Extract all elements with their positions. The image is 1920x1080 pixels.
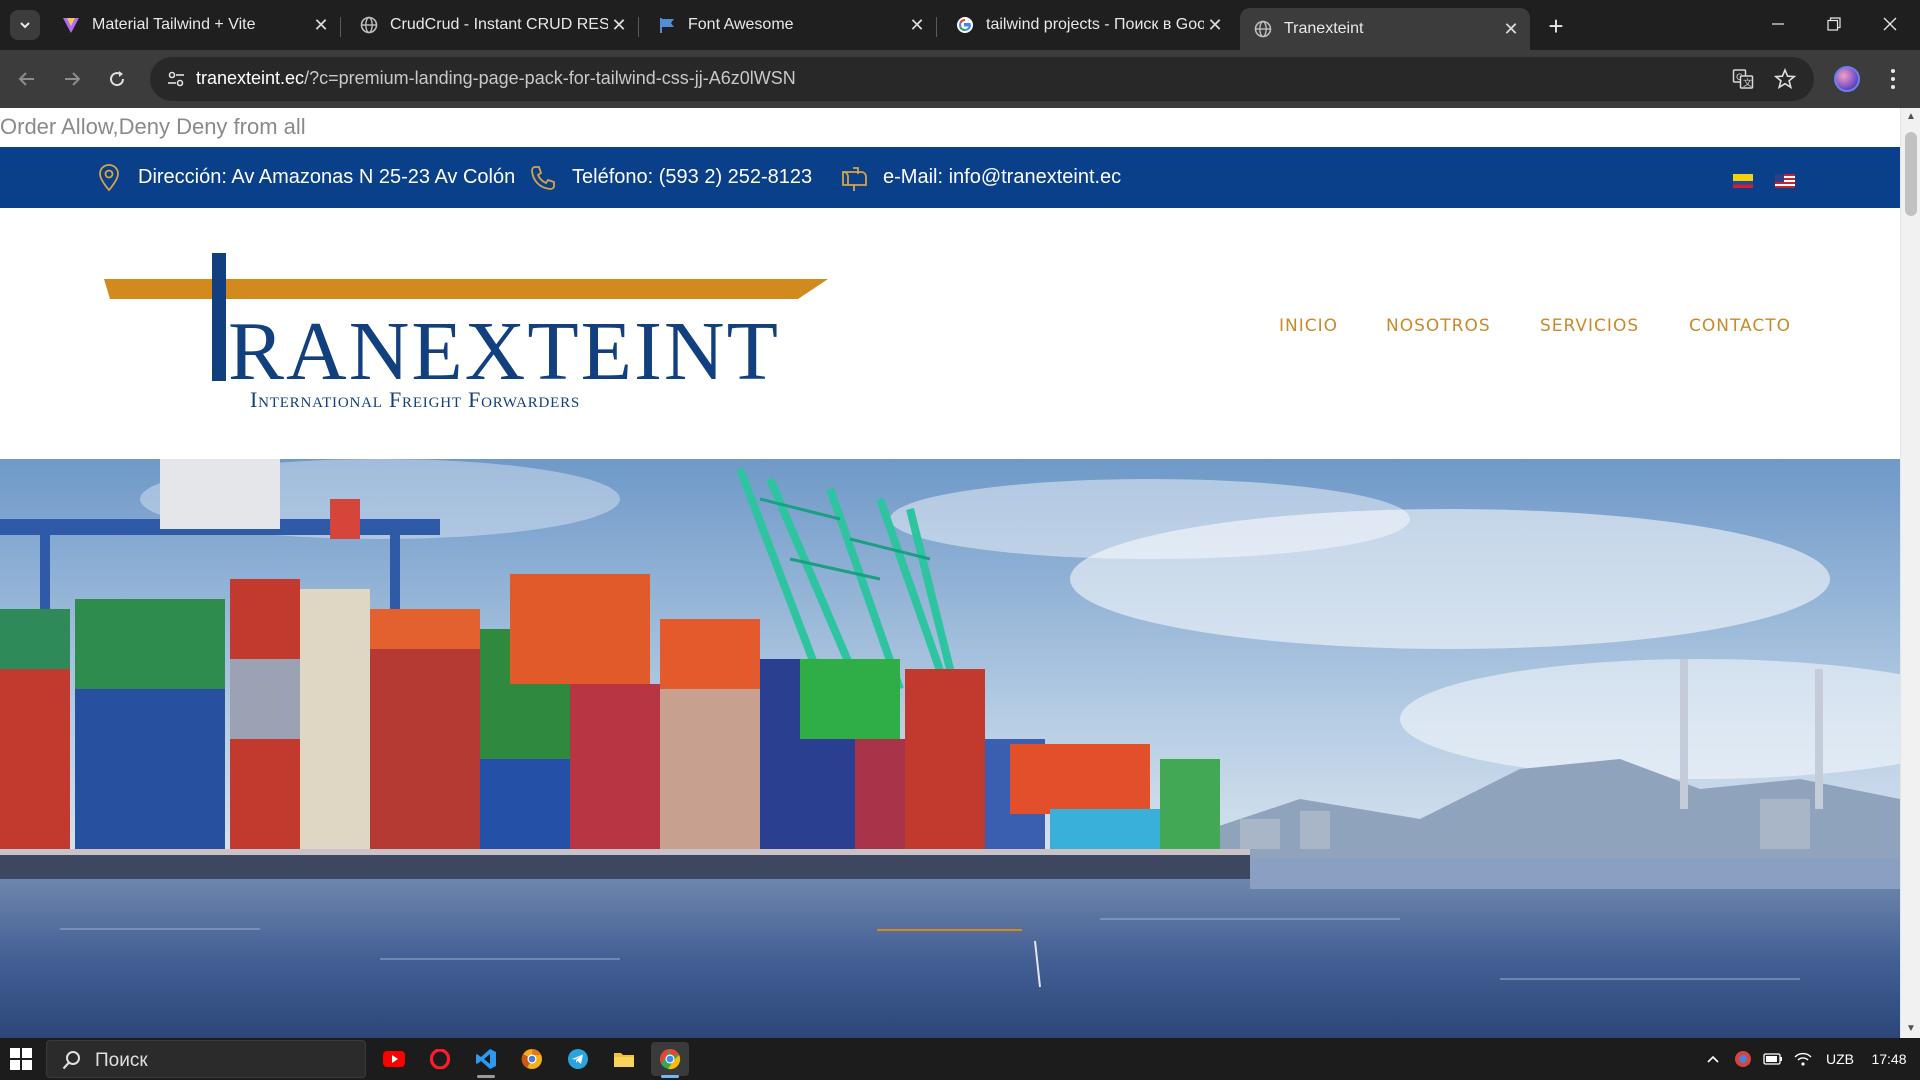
material-tailwind-icon [62,16,80,34]
hero-banner [0,459,1900,1038]
tab-material-tailwind[interactable]: Material Tailwind + Vite ✕ [48,8,341,42]
email-text[interactable]: e-Mail: info@tranexteint.ec [883,166,1121,189]
minimize-icon [1772,23,1784,25]
phone-info: Teléfono: (593 2) 252-8123 [528,147,812,208]
close-tab-icon[interactable]: ✕ [608,14,630,36]
language-indicator[interactable]: UZB [1820,1038,1860,1080]
back-button[interactable] [12,64,42,94]
phone-icon [528,163,558,193]
address-text: Dirección: Av Amazonas N 25-23 Av Colón [138,166,516,188]
email-info: e-Mail: info@tranexteint.ec [839,147,1121,208]
opera-icon[interactable] [421,1042,459,1076]
globe-icon [1254,20,1272,38]
tab-google-search[interactable]: tailwind projects - Поиск в Goo ✕ [942,8,1234,42]
spanish-flag-icon[interactable] [1733,174,1753,188]
map-marker-icon [94,163,124,193]
globe-icon [360,16,378,34]
new-tab-button[interactable]: + [1542,11,1570,41]
telegram-icon[interactable] [559,1042,597,1076]
bookmark-star-icon[interactable] [1772,66,1798,92]
minimize-button[interactable] [1750,0,1806,48]
taskbar-search[interactable]: Поиск [46,1040,366,1078]
font-awesome-flag-icon [658,16,676,34]
translate-icon[interactable]: G文 [1730,66,1756,92]
url-path: /?c=premium-landing-page-pack-for-tailwi… [304,68,796,88]
youtube-icon[interactable] [375,1042,413,1076]
browser-toolbar: tranexteint.ec/?c=premium-landing-page-p… [0,50,1920,108]
scroll-down-icon[interactable]: ▼ [1905,1024,1917,1034]
nav-contacto[interactable]: CONTACTO [1689,316,1791,336]
close-window-button[interactable] [1862,0,1918,48]
server-error-text: Order Allow,Deny Deny from all [0,114,306,139]
tab-title: Font Awesome [688,16,794,33]
mailbox-icon [839,163,869,193]
chrome-icon[interactable] [651,1042,689,1078]
tab-title: CrudCrud - Instant CRUD REST [390,16,608,33]
tab-title: tailwind projects - Поиск в Goo [986,16,1204,33]
address-info: Dirección: Av Amazonas N 25-23 Av Colón [94,147,515,208]
scroll-up-icon[interactable]: ▲ [1905,112,1917,122]
close-icon [1883,17,1897,31]
nav-nosotros[interactable]: NOSOTROS [1386,316,1491,336]
google-icon [956,16,974,34]
restore-icon [1827,17,1841,31]
vscode-icon[interactable] [467,1042,505,1078]
forward-button[interactable] [57,64,87,94]
show-hidden-icons-chevron-icon[interactable] [1700,1038,1726,1080]
logo-tagline: International Freight Forwarders [250,387,580,412]
battery-icon[interactable] [1760,1038,1786,1080]
site-header: RANEXTEINT International Freight Forward… [0,208,1900,457]
page-scrollbar[interactable]: ▲ ▼ [1900,108,1920,1038]
close-tab-icon[interactable]: ✕ [1500,18,1522,40]
tab-strip: Material Tailwind + Vite ✕ CrudCrud - In… [0,0,1920,50]
tab-search-button[interactable] [10,10,40,40]
main-nav: INICIO NOSOTROS SERVICIOS CONTACTO [0,316,1900,346]
wifi-icon[interactable] [1790,1038,1816,1080]
reload-button[interactable] [102,64,132,94]
svg-text:文: 文 [1743,77,1752,89]
windows-taskbar: Поиск UZB 17:48 [0,1038,1920,1080]
tab-title: Material Tailwind + Vite [92,16,256,33]
port-containers-image [0,459,1900,1038]
search-icon [62,1051,80,1070]
arrow-right-icon [65,72,81,86]
clock[interactable]: 17:48 [1864,1038,1914,1080]
contact-info-bar: Dirección: Av Amazonas N 25-23 Av Colón … [0,147,1900,208]
tab-tranexteint[interactable]: Tranexteint ✕ [1240,8,1530,50]
restore-button[interactable] [1806,0,1862,48]
browser-menu-button[interactable] [1880,64,1906,94]
tab-crudcrud[interactable]: CrudCrud - Instant CRUD REST ✕ [346,8,639,42]
nav-inicio[interactable]: INICIO [1279,316,1338,336]
site-info-icon[interactable] [162,65,190,93]
close-tab-icon[interactable]: ✕ [906,14,928,36]
english-flag-icon[interactable] [1775,174,1795,188]
url-host: tranexteint.ec [196,68,305,88]
file-explorer-icon[interactable] [605,1042,643,1076]
chrome-canary-icon[interactable] [513,1042,551,1076]
search-placeholder: Поиск [95,1050,148,1071]
profile-avatar[interactable] [1834,66,1860,92]
windows-start-icon[interactable] [10,1048,32,1070]
vpn-shield-icon[interactable] [1730,1038,1756,1080]
address-bar[interactable]: tranexteint.ec/?c=premium-landing-page-p… [150,57,1814,101]
page-viewport: Order Allow,Deny Deny from all Dirección… [0,108,1920,1038]
chevron-down-icon [20,22,30,29]
reload-icon [110,71,125,87]
arrow-left-icon [18,72,34,86]
tab-title: Tranexteint [1284,20,1364,37]
scroll-thumb[interactable] [1905,132,1917,216]
nav-servicios[interactable]: SERVICIOS [1540,316,1639,336]
close-tab-icon[interactable]: ✕ [310,14,332,36]
tab-font-awesome[interactable]: Font Awesome ✕ [644,8,937,42]
close-tab-icon[interactable]: ✕ [1204,14,1226,36]
phone-text[interactable]: Teléfono: (593 2) 252-8123 [572,166,812,189]
url-text[interactable]: tranexteint.ec/?c=premium-landing-page-p… [196,68,796,89]
